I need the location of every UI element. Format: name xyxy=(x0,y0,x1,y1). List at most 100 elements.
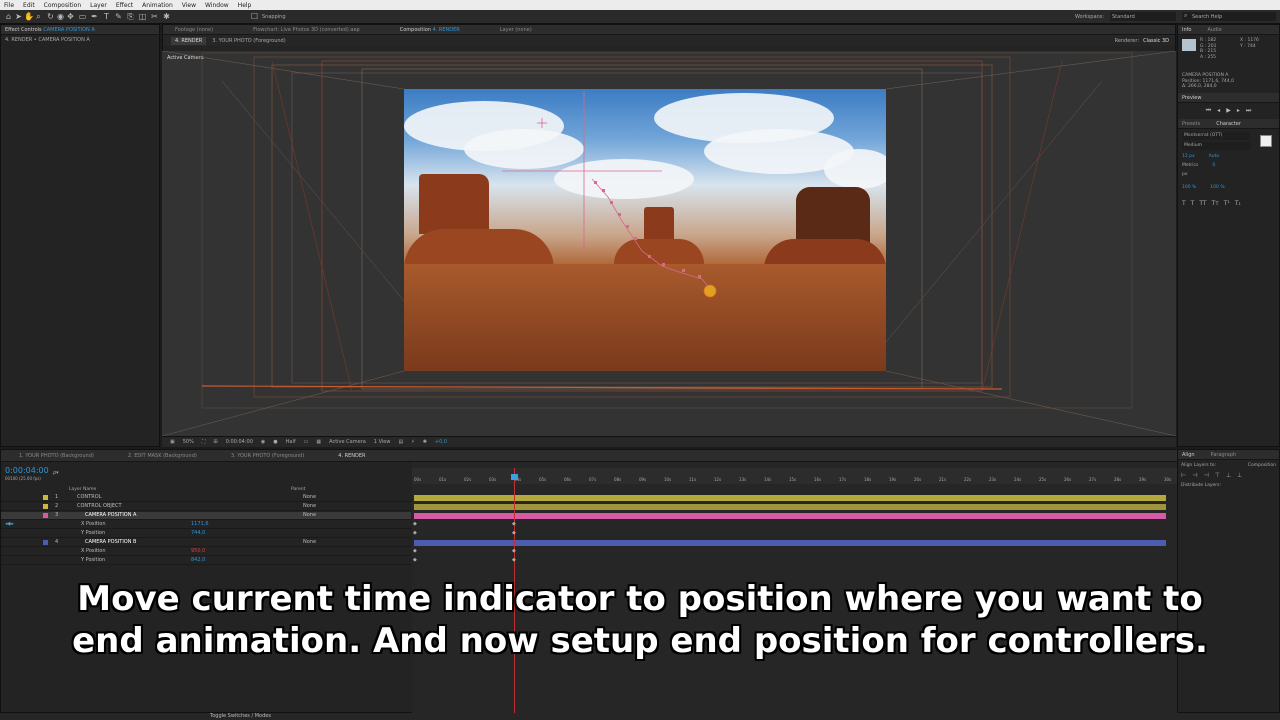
vertical-scale-value[interactable]: 100 % xyxy=(1182,185,1196,190)
parent-select[interactable]: None xyxy=(303,539,316,545)
layer-bar-camera-a[interactable] xyxy=(414,513,1166,519)
font-size-value[interactable]: 12 px xyxy=(1182,154,1195,159)
hand-tool-icon[interactable]: ✋ xyxy=(24,12,34,21)
brush-tool-icon[interactable]: ✎ xyxy=(114,12,123,21)
layer-row-1[interactable]: 1 CONTROL None xyxy=(1,494,411,502)
layer-bar-control-object[interactable] xyxy=(414,504,1166,510)
property-value[interactable]: 744,0 xyxy=(191,530,205,536)
composition-viewer[interactable]: Active Camera xyxy=(162,51,1176,436)
snapshot-icon[interactable]: ◉ xyxy=(261,439,265,445)
home-icon[interactable]: ⌂ xyxy=(4,12,13,21)
menu-effect[interactable]: Effect xyxy=(116,2,133,9)
menu-composition[interactable]: Composition xyxy=(44,2,81,9)
last-frame-icon[interactable]: ⏭ xyxy=(1246,107,1251,115)
layer-name[interactable]: CAMERA POSITION B xyxy=(85,539,137,545)
font-family-select[interactable]: Montserrat (OTT) xyxy=(1182,132,1250,140)
layer-name[interactable]: CONTROL OBJECT xyxy=(77,503,122,509)
tab-info[interactable]: Info xyxy=(1182,27,1191,33)
tab-timeline-3[interactable]: 3. YOUR PHOTO (Foreground) xyxy=(231,453,304,459)
tab-timeline-1[interactable]: 1. YOUR PHOTO (Background) xyxy=(19,453,94,459)
fit-icon[interactable]: ⛶ xyxy=(202,439,206,445)
rectangle-tool-icon[interactable]: ▭ xyxy=(78,12,87,21)
leading-value[interactable]: Auto xyxy=(1209,154,1219,159)
eraser-tool-icon[interactable]: ◫ xyxy=(138,12,147,21)
timeline-current-time[interactable]: 0:00:04:00 xyxy=(5,466,49,475)
comp-breadcrumb-render[interactable]: 4. RENDER xyxy=(171,36,207,45)
superscript-icon[interactable]: T¹ xyxy=(1224,200,1230,207)
play-icon[interactable]: ▶ xyxy=(1226,107,1231,115)
property-value[interactable]: 1171,6 xyxy=(191,521,209,527)
selection-tool-icon[interactable]: ➤ xyxy=(14,12,23,21)
layer-name[interactable]: CAMERA POSITION A xyxy=(85,512,136,518)
layer-name[interactable]: CONTROL xyxy=(77,494,101,500)
prev-frame-icon[interactable]: ◂ xyxy=(1217,107,1220,115)
label-color-swatch[interactable] xyxy=(43,540,48,545)
tracking-value[interactable]: 0 xyxy=(1212,163,1215,168)
align-left-icon[interactable]: ⊢ xyxy=(1181,472,1186,479)
menu-view[interactable]: View xyxy=(182,2,196,9)
tab-audio[interactable]: Audio xyxy=(1207,27,1221,33)
zoom-tool-icon[interactable]: ⌕ xyxy=(34,12,43,21)
layer-row-2[interactable]: 2 CONTROL OBJECT None xyxy=(1,503,411,511)
keyframe-icon[interactable]: ◆ xyxy=(413,557,417,563)
property-value[interactable]: 842,0 xyxy=(191,557,205,563)
tab-effect-controls[interactable]: Effect Controls CAMERA POSITION A xyxy=(5,27,95,33)
renderer-value[interactable]: Classic 3D xyxy=(1143,38,1169,44)
monitor-icon[interactable]: ▣ xyxy=(170,439,175,445)
channel-icon[interactable]: ● xyxy=(273,439,277,445)
snapping-checkbox[interactable]: ☐ xyxy=(250,12,259,21)
small-caps-icon[interactable]: Tт xyxy=(1212,200,1219,207)
property-row[interactable]: X Position 950,0 xyxy=(1,548,411,556)
fill-color-swatch[interactable] xyxy=(1260,135,1272,147)
roto-tool-icon[interactable]: ✂ xyxy=(150,12,159,21)
toggle-switches-modes[interactable]: Toggle Switches / Modes xyxy=(210,713,271,719)
parent-select[interactable]: None xyxy=(303,512,316,518)
kerning-value[interactable]: Metrics xyxy=(1182,163,1198,168)
property-value[interactable]: 950,0 xyxy=(191,548,205,554)
playhead-handle[interactable] xyxy=(511,474,518,480)
align-vcenter-icon[interactable]: ⊥ xyxy=(1226,472,1231,479)
tab-layer[interactable]: Layer (none) xyxy=(500,27,532,33)
keyframe-icon[interactable]: ◆ xyxy=(413,530,417,536)
next-frame-icon[interactable]: ▸ xyxy=(1237,107,1240,115)
comp-breadcrumb-photo[interactable]: 3. YOUR PHOTO (Foreground) xyxy=(212,38,285,44)
align-to-select[interactable]: Composition xyxy=(1248,463,1276,468)
exposure-value[interactable]: +0,0 xyxy=(435,439,447,445)
parent-select[interactable]: None xyxy=(303,494,316,500)
layer-search-input[interactable]: ρ▾ xyxy=(53,470,113,478)
time-ruler[interactable]: 00s01s02s03s04s05s06s07s08s09s10s11s12s1… xyxy=(412,468,1177,484)
view-layout-select[interactable]: 1 View xyxy=(374,439,391,445)
zoom-select[interactable]: 50% xyxy=(183,439,194,445)
all-caps-icon[interactable]: TT xyxy=(1199,200,1206,207)
tab-character[interactable]: Character xyxy=(1216,121,1241,127)
align-top-icon[interactable]: ⊤ xyxy=(1215,472,1220,479)
align-right-icon[interactable]: ⊣ xyxy=(1203,472,1208,479)
parent-select[interactable]: None xyxy=(303,503,316,509)
keyframe-nav-icon[interactable]: ◂◆▸ xyxy=(5,521,14,527)
faux-italic-icon[interactable]: T xyxy=(1191,200,1195,207)
tab-composition[interactable]: Composition 4. RENDER xyxy=(400,27,460,33)
menu-window[interactable]: Window xyxy=(205,2,229,9)
horizontal-scale-value[interactable]: 100 % xyxy=(1210,185,1224,190)
property-row[interactable]: Y Position 744,0 xyxy=(1,530,411,538)
resolution-select[interactable]: Half xyxy=(286,439,296,445)
stroke-unit[interactable]: px xyxy=(1182,172,1275,177)
label-color-swatch[interactable] xyxy=(43,513,48,518)
current-time-display[interactable]: 0:00:04:00 xyxy=(226,439,253,445)
puppet-tool-icon[interactable]: ✱ xyxy=(162,12,171,21)
camera-tool-icon[interactable]: ◉ xyxy=(56,12,65,21)
menu-edit[interactable]: Edit xyxy=(23,2,35,9)
tab-project[interactable]: Flowchart: Live Photos 3D (converted).ae… xyxy=(253,27,360,33)
rotate-tool-icon[interactable]: ↻ xyxy=(46,12,55,21)
first-frame-icon[interactable]: ⏮ xyxy=(1206,107,1211,115)
tab-preview[interactable]: Preview xyxy=(1182,95,1201,101)
search-help-input[interactable]: Search Help xyxy=(1182,12,1276,21)
align-bottom-icon[interactable]: ⊥ xyxy=(1237,472,1242,479)
region-icon[interactable]: ▭ xyxy=(304,439,309,445)
camera-view-select[interactable]: Active Camera xyxy=(329,439,366,445)
exposure-icon[interactable]: ✺ xyxy=(423,439,427,445)
keyframe-icon[interactable]: ◆ xyxy=(512,530,516,536)
type-tool-icon[interactable]: T xyxy=(102,12,111,21)
keyframe-icon[interactable]: ◆ xyxy=(512,548,516,554)
fast-preview-icon[interactable]: ⚡ xyxy=(411,439,415,445)
